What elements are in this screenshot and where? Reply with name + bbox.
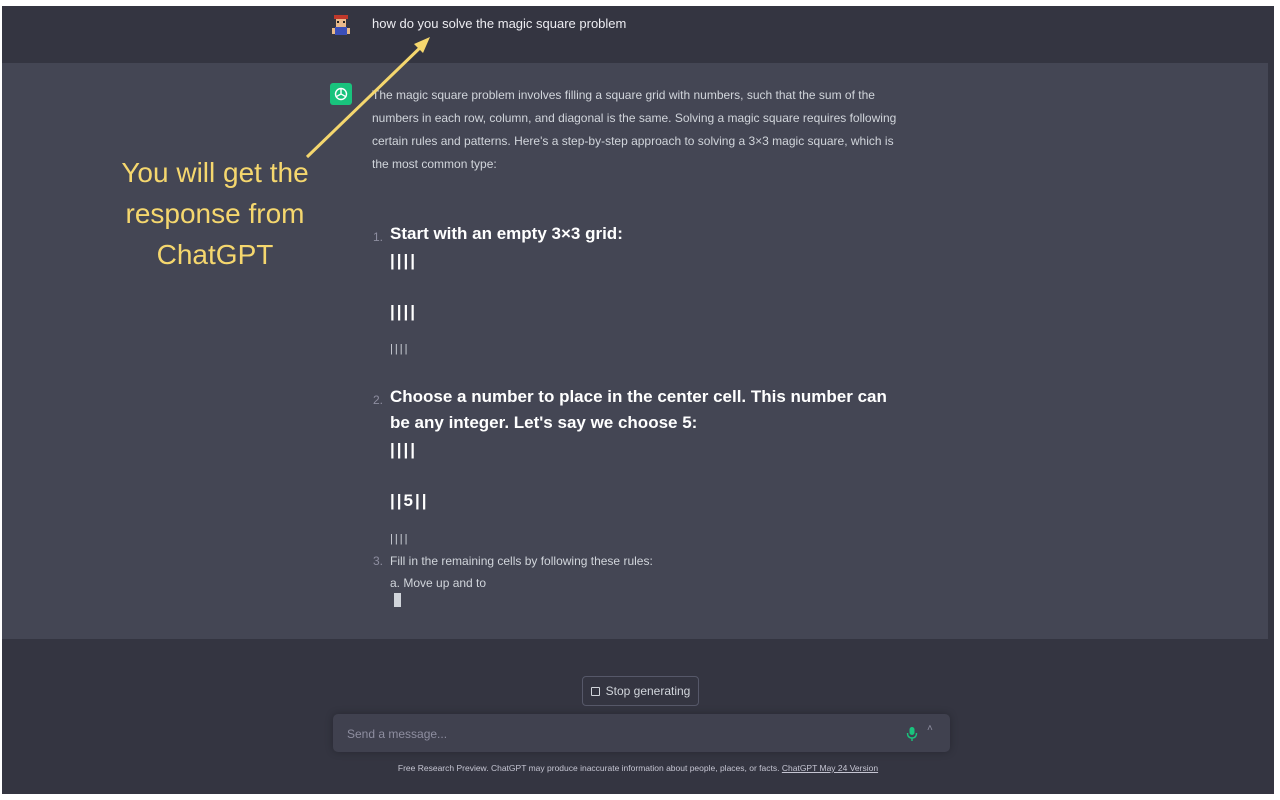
scrollbar[interactable]	[1268, 6, 1274, 794]
grid-line: ||5||	[390, 491, 429, 510]
stop-icon	[590, 686, 600, 696]
user-avatar	[329, 14, 353, 38]
typing-cursor	[394, 593, 401, 607]
footer-text: Free Research Preview. ChatGPT may produ…	[397, 763, 780, 773]
chat-window: how do you solve the magic square proble…	[2, 6, 1274, 794]
grid-line: ||||	[390, 440, 418, 459]
grid-line: ||||	[390, 343, 410, 355]
grid-line: ||||	[390, 251, 418, 270]
message-input[interactable]	[345, 714, 889, 754]
response-intro: The magic square problem involves fillin…	[372, 88, 897, 171]
grid-line: ||||	[390, 302, 418, 321]
step-number-1: 1.	[373, 230, 384, 244]
step-heading-2: Choose a number to place in the center c…	[390, 387, 887, 432]
grid-line: ||||	[390, 533, 410, 545]
version-link[interactable]: ChatGPT May 24 Version	[782, 763, 878, 773]
chatgpt-logo-icon	[330, 83, 352, 105]
assistant-message-row: The magic square problem involves fillin…	[2, 63, 1274, 639]
stop-generating-label: Stop generating	[605, 684, 691, 698]
step-number-3: 3.	[373, 554, 384, 568]
stop-generating-button[interactable]: Stop generating	[582, 676, 699, 706]
microphone-icon[interactable]	[905, 726, 919, 742]
user-message-text: how do you solve the magic square proble…	[372, 16, 627, 31]
step-sub-text: a. Move up and to	[390, 576, 487, 590]
step-heading-3: Fill in the remaining cells by following…	[390, 554, 653, 568]
annotation-text: You will get the response from ChatGPT	[121, 157, 309, 270]
send-icon[interactable]: ˄	[927, 723, 935, 734]
step-number-2: 2.	[373, 393, 384, 407]
step-heading-1: Start with an empty 3×3 grid:	[390, 224, 623, 243]
message-input-box: ˄	[333, 714, 950, 754]
user-message-row: how do you solve the magic square proble…	[2, 6, 1274, 63]
composer-area: Stop generating ˄ Free Research Preview.…	[2, 639, 1274, 794]
footer-disclaimer: Free Research Preview. ChatGPT may produ…	[2, 763, 1274, 773]
